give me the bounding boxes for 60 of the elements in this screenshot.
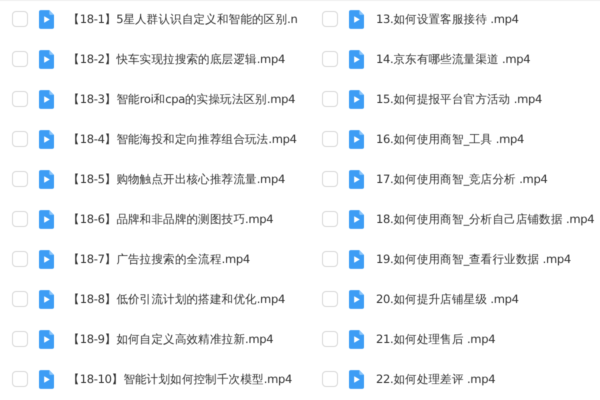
file-name[interactable]: 14.京东有哪些流量渠道 .mp4 [376, 52, 530, 66]
file-name[interactable]: 16.如何使用商智_工具 .mp4 [376, 132, 524, 146]
checkbox[interactable] [12, 291, 28, 307]
file-name[interactable]: 【18-2】快车实现拉搜索的底层逻辑.mp4 [68, 52, 285, 66]
video-file-icon [39, 170, 54, 188]
file-name[interactable]: 【18-4】智能海投和定向推荐组合玩法.mp4 [68, 132, 297, 146]
file-name[interactable]: 【18-10】智能计划如何控制千次模型.mp4 [68, 372, 292, 386]
file-name[interactable]: 20.如何提升店铺星级 .mp4 [376, 292, 519, 306]
video-file-icon [349, 170, 364, 188]
file-name[interactable]: 【18-6】品牌和非品牌的测图技巧.mp4 [68, 212, 274, 226]
video-file-icon [39, 90, 54, 108]
checkbox[interactable] [12, 251, 28, 267]
checkbox[interactable] [12, 171, 28, 187]
checkbox[interactable] [322, 11, 338, 27]
checkbox[interactable] [12, 371, 28, 387]
video-file-icon [349, 10, 364, 28]
checkbox[interactable] [322, 131, 338, 147]
video-file-icon [39, 370, 54, 388]
video-file-icon [349, 210, 364, 228]
video-file-icon [349, 50, 364, 68]
file-name[interactable]: 15.如何提报平台官方活动 .mp4 [376, 92, 542, 106]
video-file-icon [39, 330, 54, 348]
file-name[interactable]: 18.如何使用商智_分析自己店铺数据 .mp4 [376, 212, 594, 226]
video-file-icon [349, 370, 364, 388]
checkbox[interactable] [322, 331, 338, 347]
file-name[interactable]: 【18-9】如何自定义高效精准拉新.mp4 [68, 332, 274, 346]
checkbox[interactable] [322, 51, 338, 67]
video-file-icon [39, 210, 54, 228]
video-file-icon [39, 290, 54, 308]
video-file-icon [39, 10, 54, 28]
video-file-icon [349, 130, 364, 148]
file-name[interactable]: 21.如何处理售后 .mp4 [376, 332, 496, 346]
checkbox[interactable] [322, 91, 338, 107]
file-name[interactable]: 【18-8】低价引流计划的搭建和优化.mp4 [68, 292, 285, 306]
file-name[interactable]: 17.如何使用商智_竞店分析 .mp4 [376, 172, 548, 186]
checkbox[interactable] [322, 171, 338, 187]
file-name[interactable]: 19.如何使用商智_查看行业数据 .mp4 [376, 252, 571, 266]
video-file-icon [349, 290, 364, 308]
video-file-icon [39, 130, 54, 148]
checkbox[interactable] [322, 291, 338, 307]
file-name[interactable]: 13.如何设置客服接待 .mp4 [376, 12, 519, 26]
checkbox[interactable] [322, 371, 338, 387]
file-name[interactable]: 【18-1】5星人群认识自定义和智能的区别.n [68, 12, 298, 26]
video-file-icon [349, 90, 364, 108]
video-file-icon [349, 330, 364, 348]
checkbox[interactable] [322, 251, 338, 267]
file-name[interactable]: 22.如何处理差评 .mp4 [376, 372, 496, 386]
checkbox[interactable] [12, 131, 28, 147]
video-file-icon [39, 250, 54, 268]
checkbox[interactable] [12, 211, 28, 227]
file-name[interactable]: 【18-3】智能roi和cpa的实操玩法区别.mp4 [68, 92, 296, 106]
checkbox[interactable] [322, 211, 338, 227]
checkbox[interactable] [12, 11, 28, 27]
file-name[interactable]: 【18-5】购物触点开出核心推荐流量.mp4 [68, 172, 285, 186]
file-name[interactable]: 【18-7】广告拉搜索的全流程.mp4 [68, 252, 250, 266]
checkbox[interactable] [12, 51, 28, 67]
checkbox[interactable] [12, 331, 28, 347]
video-file-icon [39, 50, 54, 68]
video-file-icon [349, 250, 364, 268]
checkbox[interactable] [12, 91, 28, 107]
